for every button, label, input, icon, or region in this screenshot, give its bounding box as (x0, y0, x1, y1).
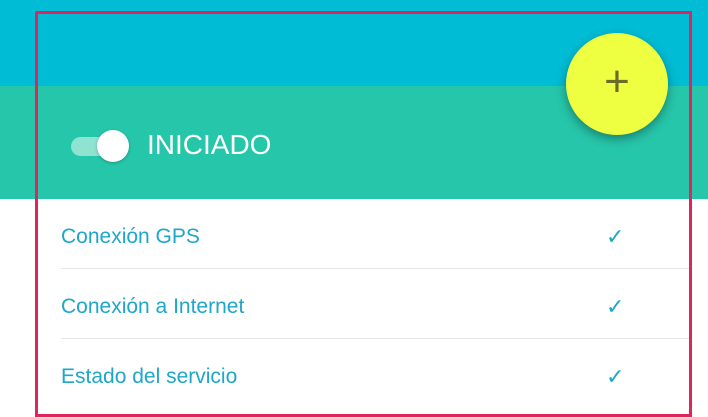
toggle-thumb (97, 130, 129, 162)
list-item-label: Conexión GPS (61, 225, 200, 248)
service-toggle[interactable] (71, 128, 131, 164)
status-list: Conexión GPS ✓ Conexión a Internet ✓ Est… (0, 199, 708, 409)
list-item-service: Estado del servicio ✓ (0, 339, 708, 409)
add-icon: + (604, 57, 630, 106)
list-item-label: Estado del servicio (61, 365, 238, 388)
add-button[interactable]: + (566, 33, 668, 135)
list-item-gps: Conexión GPS ✓ (0, 199, 708, 269)
check-icon: ✓ (606, 294, 625, 319)
check-icon: ✓ (606, 364, 625, 389)
status-label: INICIADO (147, 129, 272, 160)
check-icon: ✓ (606, 224, 625, 249)
list-item-label: Conexión a Internet (61, 295, 245, 318)
list-item-internet: Conexión a Internet ✓ (0, 269, 708, 339)
